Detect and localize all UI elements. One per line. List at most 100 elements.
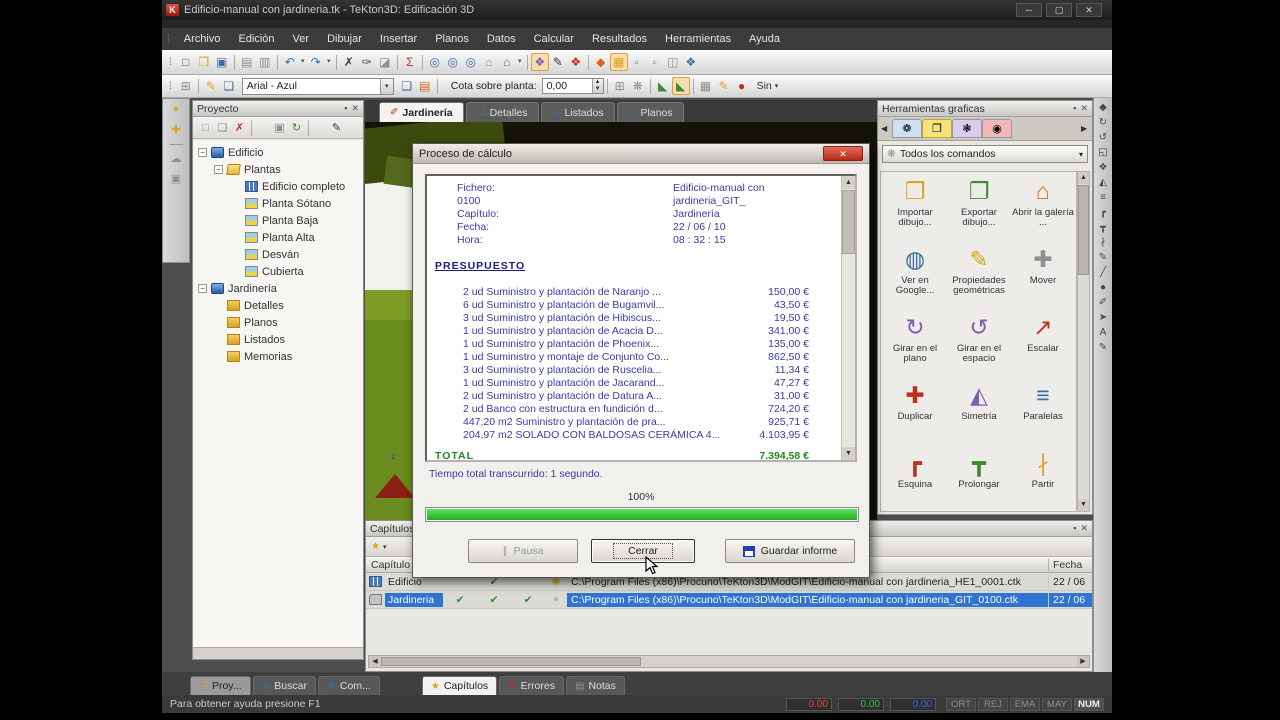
home-view-icon[interactable]: ⌂	[498, 53, 516, 71]
toolbar-icon[interactable]	[692, 78, 694, 94]
bottom-tab-buscar[interactable]: ◎ Buscar	[252, 676, 316, 695]
tree-expander-icon[interactable]: −	[198, 148, 207, 157]
pan-icon[interactable]: ⌂	[480, 53, 498, 71]
close-icon[interactable]: ✕	[1080, 103, 1088, 114]
tool-mover[interactable]: ✚ Mover	[1011, 244, 1075, 312]
tree-item-edificio[interactable]: − Edificio	[193, 144, 363, 161]
commands-combo[interactable]: ❋ Todos los comandos ▾	[882, 145, 1088, 163]
project-save-icon[interactable]: ▣	[271, 120, 288, 136]
project-refresh-icon[interactable]: ↻	[288, 120, 305, 136]
scroll-left-icon[interactable]: ◀	[369, 656, 381, 667]
light-tool-icon[interactable]: ▫	[628, 53, 646, 71]
bottom-tab-proyecto[interactable]: ❐ Proy...	[190, 676, 251, 695]
menu-datos[interactable]: Datos	[478, 29, 525, 49]
open-file-icon[interactable]: ❐	[195, 53, 213, 71]
rail-text-icon[interactable]: A	[1096, 326, 1111, 340]
rail-select-icon[interactable]: ➤	[1096, 311, 1111, 325]
tool-exportar-dibujo[interactable]: ❐ Exportar dibujo...	[947, 176, 1011, 244]
tool-simetria[interactable]: ◭ Simetría	[947, 380, 1011, 448]
rail-line-icon[interactable]: ╱	[1096, 266, 1111, 280]
rail-explode-icon[interactable]: ●	[1096, 281, 1111, 295]
project-new-icon[interactable]: □	[197, 120, 214, 136]
menu-ver[interactable]: Ver	[284, 29, 319, 49]
tree-item-memorias[interactable]: Memorias	[193, 348, 363, 365]
zoom-in-icon[interactable]: ◎	[426, 53, 444, 71]
star-icon[interactable]: ★	[371, 541, 380, 552]
brush-icon[interactable]: ✑	[358, 53, 376, 71]
tool-paralelas[interactable]: ≡ Paralelas	[1011, 380, 1075, 448]
close-button[interactable]: ✕	[1076, 3, 1102, 17]
tab-jardineria[interactable]: ✐ Jardinería	[379, 102, 464, 122]
toolbar-icon[interactable]	[396, 54, 398, 70]
snapshot-icon[interactable]: ▣	[168, 172, 184, 186]
toolbar-icon[interactable]	[649, 78, 651, 94]
camera-tool-icon[interactable]: ▫	[646, 53, 664, 71]
cerrar-button[interactable]: Cerrar	[591, 539, 695, 563]
scroll-up-icon[interactable]: ▲	[842, 176, 855, 189]
chapters-hscrollbar[interactable]: ◀ ▶	[368, 655, 1090, 668]
scroll-down-icon[interactable]: ▼	[1078, 499, 1089, 511]
tool-escalar[interactable]: ↗ Escalar	[1011, 312, 1075, 380]
close-icon[interactable]: ✕	[351, 103, 359, 114]
sin-dropdown[interactable]: Sin ▾	[757, 80, 779, 92]
rail-parallels-icon[interactable]: ≡	[1096, 191, 1111, 205]
zoom-out-icon[interactable]: ◎	[444, 53, 462, 71]
quick-star-icon[interactable]: ✦	[168, 103, 184, 117]
diamond-tool-icon[interactable]: ◆	[592, 53, 610, 71]
rail-rotate-plane-icon[interactable]: ↻	[1096, 116, 1111, 130]
rail-split-icon[interactable]: ∤	[1096, 236, 1111, 250]
menu-ayuda[interactable]: Ayuda	[740, 29, 789, 49]
tree-item-planos[interactable]: Planos	[193, 314, 363, 331]
tab-listados[interactable]: ❏ Listados	[540, 102, 615, 122]
bottom-tab-notas[interactable]: ▤ Notas	[566, 676, 625, 695]
redo-icon[interactable]: ↷	[307, 53, 325, 71]
grid-icon[interactable]: ⊞	[177, 77, 195, 95]
pin-icon[interactable]: ▪	[344, 103, 347, 114]
texture-tool-icon[interactable]: ▦	[609, 53, 628, 71]
menu-dibujar[interactable]: Dibujar	[318, 29, 371, 49]
cota-spinner[interactable]: 0,00 ▲ ▼	[541, 78, 604, 94]
rail-edit-icon[interactable]: ✎	[1096, 341, 1111, 355]
tree-item-desvan[interactable]: Desván	[193, 246, 363, 263]
menu-insertar[interactable]: Insertar	[371, 29, 426, 49]
save-icon[interactable]: ▣	[213, 53, 231, 71]
zoom-extents-icon[interactable]: ◎	[462, 53, 480, 71]
tree-item-detalles[interactable]: Detalles	[193, 297, 363, 314]
chapter-row-jardineria[interactable]: Jardineria ✔ ✔ ✔ ● C:\Program Files (x86…	[366, 591, 1092, 609]
tools-tab-edicion[interactable]: ❃	[952, 119, 982, 138]
project-toolbar-icon[interactable]	[251, 119, 268, 136]
view-dropdown-icon[interactable]: ▾	[516, 53, 524, 71]
scrollbar-thumb[interactable]	[842, 190, 855, 254]
menu-resultados[interactable]: Resultados	[583, 29, 656, 49]
menu-planos[interactable]: Planos	[426, 29, 478, 49]
measure-icon[interactable]: ✎	[549, 53, 567, 71]
delete-icon[interactable]: ✗	[340, 53, 358, 71]
materials-icon[interactable]: ❖	[567, 53, 585, 71]
tool-ver-en-google[interactable]: ◍ Ver en Google...	[883, 244, 947, 312]
save-report-button[interactable]: Guardar informe	[725, 539, 855, 563]
tree-item-jardineria[interactable]: − Jardinería	[193, 280, 363, 297]
tools-scrollbar[interactable]: ▲ ▼	[1077, 171, 1090, 512]
toolbar-icon[interactable]	[276, 54, 278, 70]
quick-add-icon[interactable]: ✚	[168, 123, 184, 137]
chevron-down-icon[interactable]: ▾	[379, 78, 393, 94]
image-icon[interactable]: ▦	[697, 77, 715, 95]
rail-corner-icon[interactable]: ┏	[1096, 206, 1111, 220]
column-fecha[interactable]: Fecha	[1048, 558, 1092, 571]
tool-duplicar[interactable]: ✚ Duplicar	[883, 380, 947, 448]
pin-icon[interactable]: ▪	[1073, 103, 1076, 114]
bottom-tab-comandos[interactable]: ❖ Com...	[317, 676, 380, 695]
project-pen-icon[interactable]: ✎	[328, 120, 345, 136]
rail-extend-icon[interactable]: ┳	[1096, 221, 1111, 235]
toolbar-icon[interactable]	[436, 78, 438, 94]
eraser-icon[interactable]: ◪	[376, 53, 394, 71]
gears-tool-icon[interactable]: ❖	[682, 53, 700, 71]
pin-icon[interactable]: ▪	[1073, 523, 1076, 534]
page-icon[interactable]: ❏	[220, 77, 238, 95]
project-scrollbar[interactable]	[193, 647, 363, 659]
scrollbar-thumb[interactable]	[1078, 185, 1089, 275]
snap-grid-icon[interactable]: ⊞	[611, 77, 629, 95]
scroll-down-icon[interactable]: ▼	[842, 447, 855, 460]
tab-detalles[interactable]: ❏ Detalles	[465, 102, 539, 122]
budget-report-list[interactable]: Fichero: Edificio-manual con jardineria_…	[425, 174, 857, 462]
